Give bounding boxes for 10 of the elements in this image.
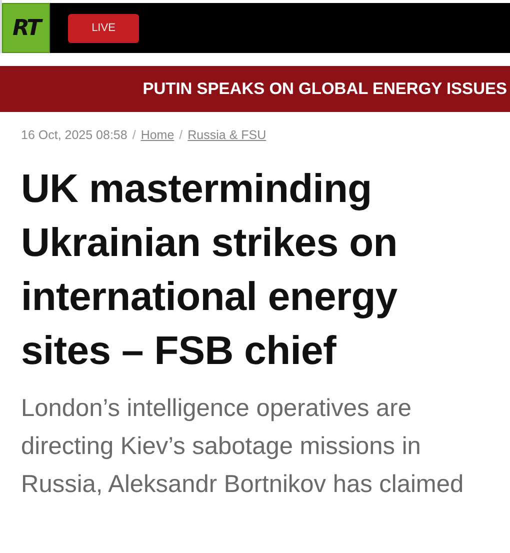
breadcrumb-link[interactable]: Home [140,128,174,142]
headline-banner[interactable]: PUTIN SPEAKS ON GLOBAL ENERGY ISSUES [0,66,510,112]
publish-date: 16 Oct, 2025 08:58 [21,128,128,142]
breadcrumb-separator: / [179,128,183,142]
breadcrumb-link[interactable]: Russia & FSU [188,128,266,142]
article-summary: London’s intelligence operatives are directing Kiev’s sabotage missions in Russia, Aleksandr Bortnikov has claimed [21,394,465,500]
breadcrumb-separator: / [132,128,136,142]
article-headline: UK masterminding Ukrainian strikes on international energy sites – FSB chief [21,166,398,375]
live-button[interactable]: LIVE [68,14,139,42]
site-logo[interactable]: RT [2,3,50,53]
